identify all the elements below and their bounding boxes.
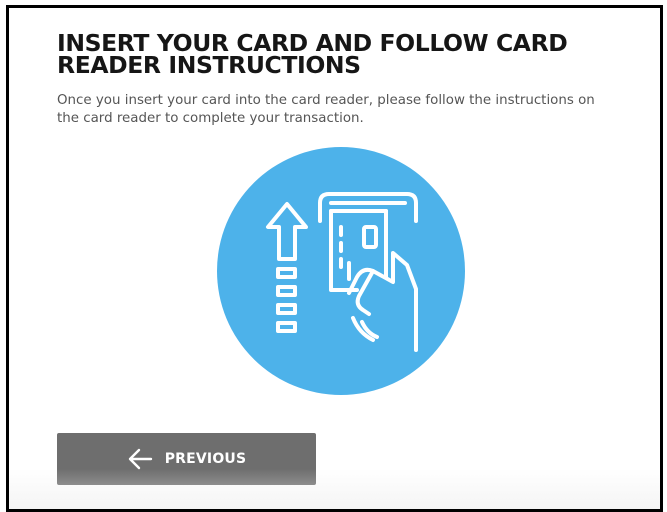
previous-button-label: PREVIOUS xyxy=(164,451,247,467)
previous-button[interactable]: PREVIOUS xyxy=(57,433,316,485)
page-title: INSERT YOUR CARD AND FOLLOW CARD READER … xyxy=(57,29,568,79)
instructions-text: Once you insert your card into the card … xyxy=(57,93,595,126)
card-reader-panel: INSERT YOUR CARD AND FOLLOW CARD READER … xyxy=(6,5,663,512)
arrow-left-icon xyxy=(128,448,152,470)
card-reader-insert-icon xyxy=(217,147,465,395)
